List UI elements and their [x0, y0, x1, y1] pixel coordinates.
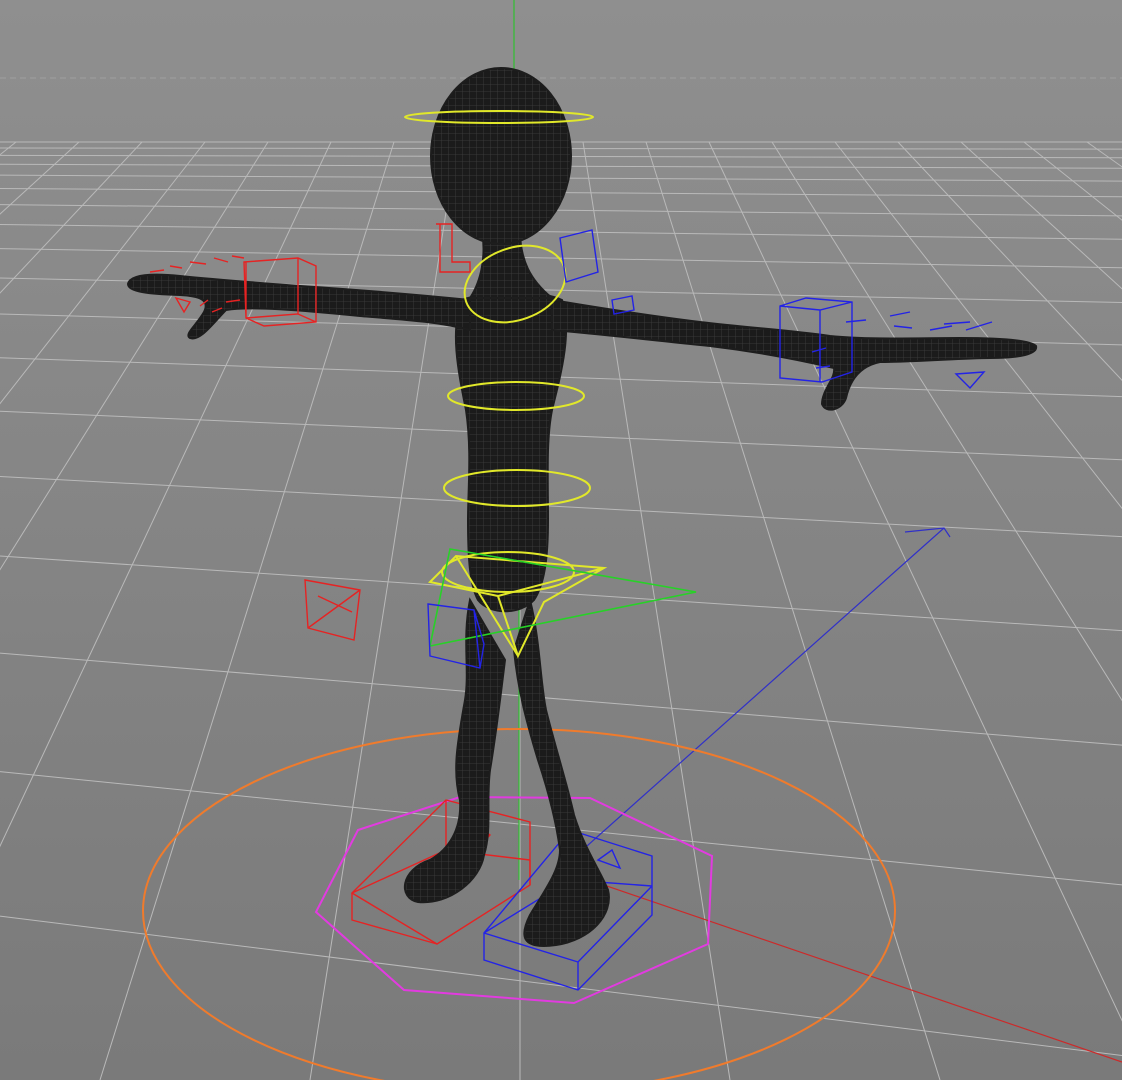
head-mesh: [430, 67, 572, 245]
viewport-canvas[interactable]: [0, 0, 1122, 1080]
3d-viewport[interactable]: [0, 0, 1122, 1080]
